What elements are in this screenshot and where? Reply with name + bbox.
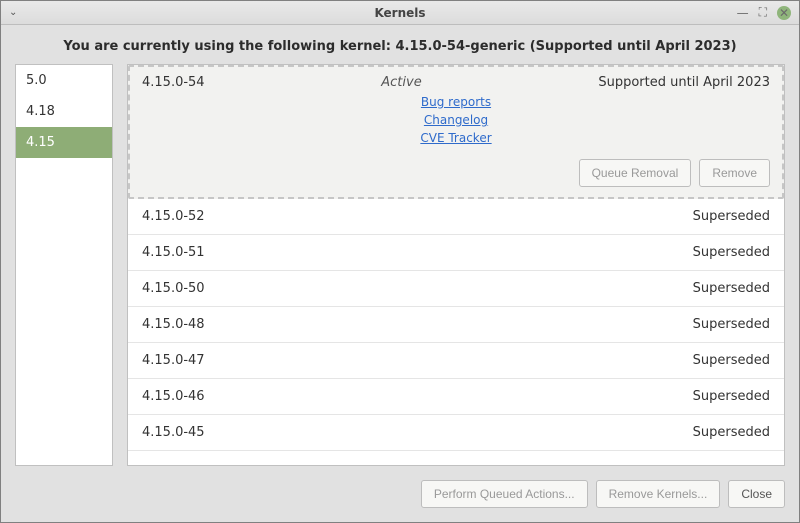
sidebar-item-4-18[interactable]: 4.18 [16,96,112,127]
sidebar-item-label: 4.15 [26,135,55,150]
active-buttons: Queue Removal Remove [142,159,770,187]
kernel-version: 4.15.0-47 [142,353,205,368]
cve-tracker-link[interactable]: CVE Tracker [420,131,491,145]
kernel-version: 4.15.0-51 [142,245,205,260]
window-menu-icon[interactable]: ⌄ [1,7,25,18]
sidebar-item-label: 4.18 [26,104,55,119]
active-links: Bug reports Changelog CVE Tracker [142,94,770,149]
maximize-icon[interactable]: ⛶ [759,5,767,20]
perform-queued-button[interactable]: Perform Queued Actions... [421,480,588,508]
sidebar-item-label: 5.0 [26,73,47,88]
bug-reports-link[interactable]: Bug reports [421,95,491,109]
kernel-row[interactable]: 4.15.0-48 Superseded [128,307,784,343]
close-icon[interactable]: ✕ [777,6,791,20]
kernel-version: 4.15.0-52 [142,209,205,224]
kernel-row[interactable]: 4.15.0-47 Superseded [128,343,784,379]
window-controls: — ⛶ ✕ [737,5,799,20]
kernel-status: Superseded [693,281,770,296]
kernel-detail-panel: 4.15.0-54 Active Supported until April 2… [127,64,785,466]
window-title: Kernels [1,6,799,20]
remove-kernels-button[interactable]: Remove Kernels... [596,480,721,508]
kernel-row[interactable]: 4.15.0-46 Superseded [128,379,784,415]
kernel-row[interactable]: 4.15.0-45 Superseded [128,415,784,451]
sidebar-item-4-15[interactable]: 4.15 [16,127,112,158]
active-status: Active [381,75,421,90]
close-button[interactable]: Close [728,480,785,508]
kernel-status: Superseded [693,209,770,224]
active-top-row: 4.15.0-54 Active Supported until April 2… [142,75,770,90]
active-kernel-panel: 4.15.0-54 Active Supported until April 2… [128,65,784,199]
kernel-row[interactable]: 4.15.0-51 Superseded [128,235,784,271]
kernel-version: 4.15.0-48 [142,317,205,332]
kernel-series-sidebar: 5.0 4.18 4.15 [15,64,113,466]
kernel-status: Superseded [693,317,770,332]
sidebar-item-5-0[interactable]: 5.0 [16,65,112,96]
titlebar: ⌄ Kernels — ⛶ ✕ [1,1,799,25]
main-row: 5.0 4.18 4.15 4.15.0-54 Active Suppo [15,64,785,466]
changelog-link[interactable]: Changelog [424,113,488,127]
queue-removal-button[interactable]: Queue Removal [579,159,692,187]
kernels-window: ⌄ Kernels — ⛶ ✕ You are currently using … [0,0,800,523]
kernel-version: 4.15.0-50 [142,281,205,296]
content-area: You are currently using the following ke… [1,25,799,522]
kernel-version: 4.15.0-46 [142,389,205,404]
kernel-status: Superseded [693,245,770,260]
kernel-version: 4.15.0-45 [142,425,205,440]
kernel-status: Superseded [693,389,770,404]
remove-button[interactable]: Remove [699,159,770,187]
kernel-list: 4.15.0-52 Superseded 4.15.0-51 Supersede… [128,199,784,465]
current-kernel-heading: You are currently using the following ke… [15,39,785,54]
kernel-row[interactable]: 4.15.0-50 Superseded [128,271,784,307]
minimize-icon[interactable]: — [737,6,749,20]
kernel-status: Superseded [693,353,770,368]
active-version: 4.15.0-54 [142,75,205,90]
kernel-status: Superseded [693,425,770,440]
footer-buttons: Perform Queued Actions... Remove Kernels… [15,476,785,508]
kernel-row[interactable]: 4.15.0-52 Superseded [128,199,784,235]
active-support: Supported until April 2023 [598,75,770,90]
